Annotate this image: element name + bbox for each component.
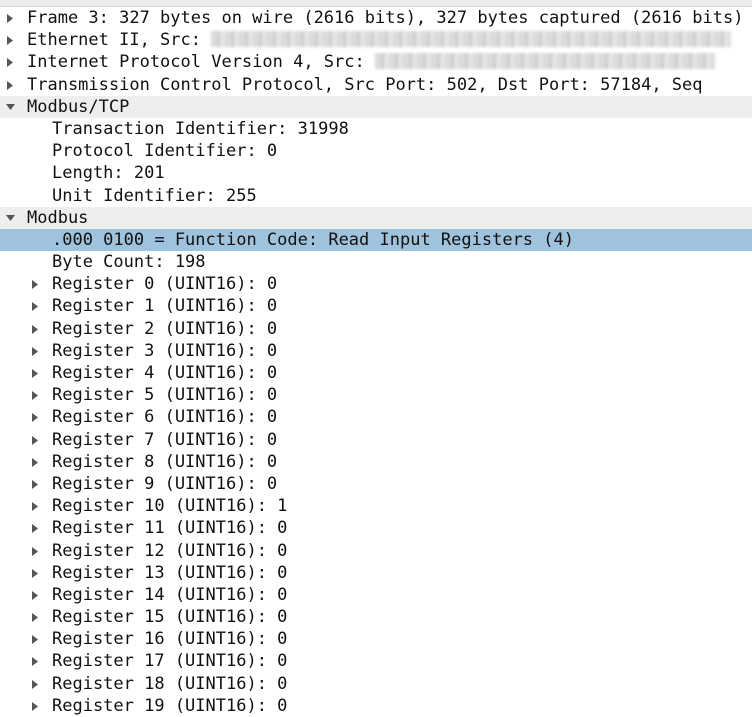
register-label: Register 6 (UINT16): 0 — [52, 407, 278, 428]
expand-arrow-icon[interactable] — [29, 673, 41, 695]
register-label: Register 7 (UINT16): 0 — [52, 429, 278, 450]
expand-arrow-icon[interactable] — [4, 74, 16, 96]
tcp-summary: Transmission Control Protocol, Src Port:… — [27, 74, 703, 95]
tree-row-frame[interactable]: Frame 3: 327 bytes on wire (2616 bits), … — [0, 7, 752, 29]
register-row[interactable]: Register 12 (UINT16): 0 — [0, 540, 752, 562]
expand-arrow-icon[interactable] — [29, 340, 41, 362]
register-row[interactable]: Register 3 (UINT16): 0 — [0, 340, 752, 362]
register-row[interactable]: Register 17 (UINT16): 0 — [0, 650, 752, 672]
field-protocol-id[interactable]: Protocol Identifier: 0 — [0, 140, 752, 162]
tree-row-ethernet[interactable]: Ethernet II, Src: — [0, 29, 752, 51]
register-row[interactable]: Register 1 (UINT16): 0 — [0, 295, 752, 317]
register-label: Register 0 (UINT16): 0 — [52, 274, 278, 295]
field-transaction-id[interactable]: Transaction Identifier: 31998 — [0, 118, 752, 140]
register-row[interactable]: Register 15 (UINT16): 0 — [0, 606, 752, 628]
modbus-tcp-label: Modbus/TCP — [27, 96, 130, 117]
field-unit-id[interactable]: Unit Identifier: 255 — [0, 185, 752, 207]
register-label: Register 11 (UINT16): 0 — [52, 518, 288, 539]
register-row[interactable]: Register 7 (UINT16): 0 — [0, 429, 752, 451]
register-row[interactable]: Register 18 (UINT16): 0 — [0, 673, 752, 695]
register-label: Register 17 (UINT16): 0 — [52, 651, 288, 672]
frame-summary: Frame 3: 327 bytes on wire (2616 bits), … — [27, 8, 744, 28]
register-list: Register 0 (UINT16): 0 Register 1 (UINT16… — [0, 273, 752, 717]
expand-arrow-icon[interactable] — [4, 51, 16, 73]
register-row[interactable]: Register 9 (UINT16): 0 — [0, 473, 752, 495]
expand-arrow-icon[interactable] — [29, 606, 41, 628]
register-label: Register 8 (UINT16): 0 — [52, 451, 278, 472]
register-label: Register 14 (UINT16): 0 — [52, 584, 288, 605]
collapse-arrow-icon[interactable] — [4, 207, 16, 229]
expand-arrow-icon[interactable] — [29, 406, 41, 428]
expand-arrow-icon[interactable] — [29, 562, 41, 584]
expand-arrow-icon[interactable] — [4, 7, 16, 29]
redacted-mac-addresses — [211, 30, 732, 47]
expand-arrow-icon[interactable] — [29, 495, 41, 517]
expand-arrow-icon[interactable] — [29, 517, 41, 539]
register-row[interactable]: Register 13 (UINT16): 0 — [0, 562, 752, 584]
register-row[interactable]: Register 10 (UINT16): 1 — [0, 495, 752, 517]
expand-arrow-icon[interactable] — [29, 429, 41, 451]
register-row[interactable]: Register 8 (UINT16): 0 — [0, 451, 752, 473]
field-function-code[interactable]: .000 0100 = Function Code: Read Input Re… — [0, 228, 752, 252]
register-label: Register 15 (UINT16): 0 — [52, 607, 288, 628]
tree-row-modbus[interactable]: Modbus — [0, 206, 752, 229]
register-row[interactable]: Register 5 (UINT16): 0 — [0, 384, 752, 406]
tree-row-ip[interactable]: Internet Protocol Version 4, Src: — [0, 51, 752, 73]
expand-arrow-icon[interactable] — [29, 384, 41, 406]
register-row[interactable]: Register 0 (UINT16): 0 — [0, 273, 752, 295]
field-byte-count[interactable]: Byte Count: 198 — [0, 251, 752, 273]
collapse-arrow-icon[interactable] — [4, 96, 16, 118]
register-label: Register 4 (UINT16): 0 — [52, 363, 278, 383]
expand-arrow-icon[interactable] — [29, 273, 41, 295]
field-length[interactable]: Length: 201 — [0, 162, 752, 184]
ethernet-summary: Ethernet II, Src: — [27, 30, 201, 51]
expand-arrow-icon[interactable] — [29, 318, 41, 340]
register-label: Register 1 (UINT16): 0 — [52, 296, 278, 317]
register-label: Register 16 (UINT16): 0 — [52, 629, 288, 650]
packet-details-tree[interactable]: Frame 3: 327 bytes on wire (2616 bits), … — [0, 7, 752, 717]
expand-arrow-icon[interactable] — [29, 473, 41, 495]
expand-arrow-icon[interactable] — [29, 295, 41, 317]
register-label: Register 5 (UINT16): 0 — [52, 385, 278, 406]
register-label: Register 2 (UINT16): 0 — [52, 318, 278, 339]
tree-row-modbus-tcp[interactable]: Modbus/TCP — [0, 95, 752, 118]
register-row[interactable]: Register 14 (UINT16): 0 — [0, 584, 752, 606]
register-row[interactable]: Register 6 (UINT16): 0 — [0, 406, 752, 428]
expand-arrow-icon[interactable] — [29, 584, 41, 606]
expand-arrow-icon[interactable] — [29, 540, 41, 562]
register-label: Register 3 (UINT16): 0 — [52, 340, 278, 361]
expand-arrow-icon[interactable] — [29, 628, 41, 650]
register-row[interactable]: Register 4 (UINT16): 0 — [0, 362, 752, 384]
register-label: Register 10 (UINT16): 1 — [52, 496, 288, 517]
expand-arrow-icon[interactable] — [29, 362, 41, 384]
register-row[interactable]: Register 11 (UINT16): 0 — [0, 517, 752, 539]
expand-arrow-icon[interactable] — [29, 451, 41, 473]
register-label: Register 13 (UINT16): 0 — [52, 562, 288, 583]
modbus-label: Modbus — [27, 207, 89, 228]
redacted-ip-addresses — [375, 52, 716, 69]
ip-summary: Internet Protocol Version 4, Src: — [27, 52, 365, 73]
expand-arrow-icon[interactable] — [29, 650, 41, 672]
register-label: Register 9 (UINT16): 0 — [52, 473, 278, 494]
expand-arrow-icon[interactable] — [4, 29, 16, 51]
register-row[interactable]: Register 2 (UINT16): 0 — [0, 318, 752, 340]
pane-top-border — [0, 0, 752, 7]
register-label: Register 18 (UINT16): 0 — [52, 673, 288, 694]
register-row[interactable]: Register 16 (UINT16): 0 — [0, 628, 752, 650]
register-label: Register 12 (UINT16): 0 — [52, 540, 288, 561]
tree-row-tcp[interactable]: Transmission Control Protocol, Src Port:… — [0, 74, 752, 96]
